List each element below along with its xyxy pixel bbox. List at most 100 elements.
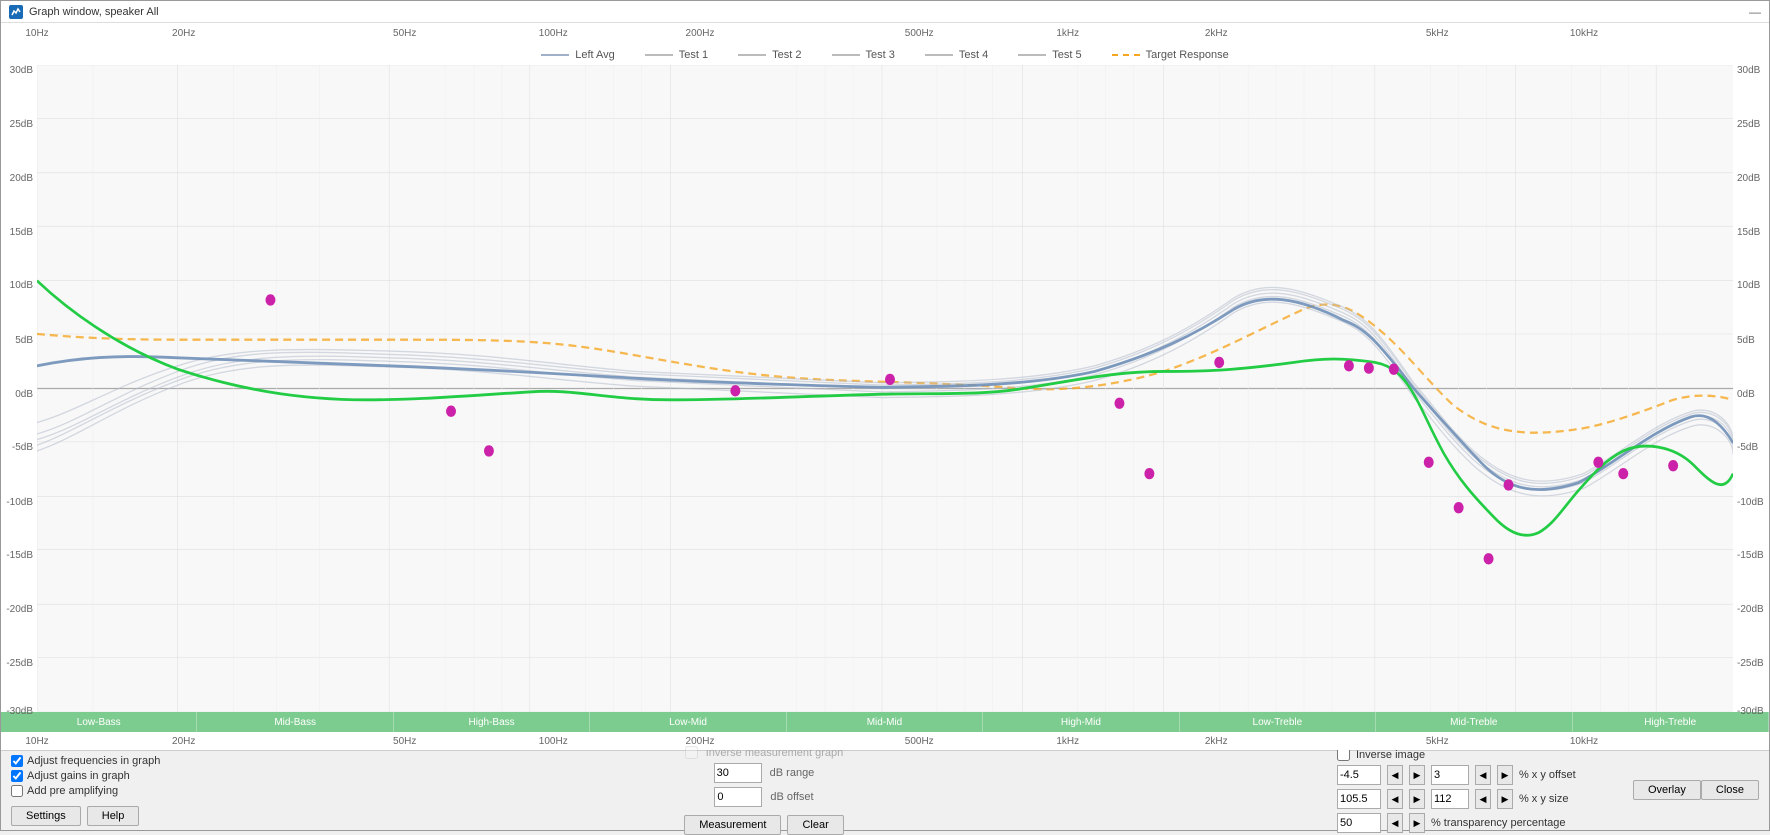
band-mid-bass: Mid-Bass — [197, 712, 393, 732]
y-15db-right: 15dB — [1737, 227, 1760, 238]
xy-size-y-inc[interactable]: ▶ — [1497, 789, 1513, 809]
y-n30db-right: -30dB — [1737, 706, 1764, 717]
x-label-10khz-bot: 10kHz — [1570, 736, 1598, 747]
x-label-20hz-bot: 20Hz — [172, 736, 195, 747]
y-20db-right: 20dB — [1737, 173, 1760, 184]
y-25db-left: 25dB — [10, 119, 33, 130]
y-0db-right: 0dB — [1737, 389, 1755, 400]
band-mid-treble: Mid-Treble — [1376, 712, 1572, 732]
overlay-button[interactable]: Overlay — [1633, 780, 1701, 800]
xy-offset-x-dec[interactable]: ◀ — [1387, 765, 1403, 785]
db-range-input[interactable] — [714, 763, 762, 783]
y-n25db-left: -25dB — [6, 658, 33, 669]
xy-size-y-input[interactable] — [1431, 789, 1469, 809]
y-n15db-left: -15dB — [6, 550, 33, 561]
adjust-frequencies-row: Adjust frequencies in graph — [11, 755, 211, 767]
db-offset-input[interactable] — [714, 787, 762, 807]
band-low-treble: Low-Treble — [1180, 712, 1376, 732]
x-label-10khz-top: 10kHz — [1570, 28, 1598, 39]
xy-size-x-inc[interactable]: ▶ — [1409, 789, 1425, 809]
legend: Left Avg Test 1 Test 2 Test 3 Test 4 Tes… — [1, 43, 1769, 65]
main-window: Graph window, speaker All — 10Hz 20Hz 50… — [0, 0, 1770, 831]
x-label-10hz-bot: 10Hz — [25, 736, 48, 747]
legend-target: Target Response — [1112, 49, 1229, 61]
xy-size-x-dec[interactable]: ◀ — [1387, 789, 1403, 809]
xy-offset-x-inc[interactable]: ▶ — [1409, 765, 1425, 785]
y-n15db-right: -15dB — [1737, 550, 1764, 561]
x-label-500hz-bot: 500Hz — [905, 736, 934, 747]
legend-line-left-avg — [541, 54, 569, 56]
controls-center: Inverse measurement graph dB range dB of… — [211, 746, 1317, 835]
y-0db-left: 0dB — [15, 389, 33, 400]
legend-line-test4 — [925, 54, 953, 56]
inverse-measurement-checkbox — [685, 746, 698, 759]
legend-test5: Test 5 — [1018, 49, 1081, 61]
transparency-dec[interactable]: ◀ — [1387, 813, 1403, 833]
y-n20db-left: -20dB — [6, 604, 33, 615]
legend-label-left-avg: Left Avg — [575, 49, 615, 61]
measurement-button[interactable]: Measurement — [684, 815, 781, 835]
adjust-frequencies-checkbox[interactable] — [11, 755, 23, 767]
window-title: Graph window, speaker All — [29, 6, 159, 18]
x-label-200hz-bot: 200Hz — [686, 736, 715, 747]
controls-bar: Adjust frequencies in graph Adjust gains… — [1, 750, 1769, 830]
x-label-2khz-bot: 2kHz — [1205, 736, 1228, 747]
y-10db-left: 10dB — [10, 280, 33, 291]
add-pre-amplifying-label: Add pre amplifying — [27, 785, 118, 797]
adjust-gains-row: Adjust gains in graph — [11, 770, 211, 782]
y-30db-left: 30dB — [10, 65, 33, 76]
band-high-mid: High-Mid — [983, 712, 1179, 732]
add-pre-amplifying-checkbox[interactable] — [11, 785, 23, 797]
transparency-label: % transparency percentage — [1431, 817, 1566, 829]
chart-inner[interactable] — [37, 65, 1733, 712]
x-label-200hz-top: 200Hz — [686, 28, 715, 39]
transparency-inc[interactable]: ▶ — [1409, 813, 1425, 833]
x-label-50hz-bot: 50Hz — [393, 736, 416, 747]
y-25db-right: 25dB — [1737, 119, 1760, 130]
xy-offset-y-dec[interactable]: ◀ — [1475, 765, 1491, 785]
db-range-label: dB range — [770, 767, 815, 779]
controls-right: Inverse image ◀ ▶ ◀ ▶ % x y offset ◀ ▶ ◀… — [1337, 748, 1617, 833]
legend-line-target — [1112, 54, 1140, 56]
legend-line-test3 — [832, 54, 860, 56]
legend-label-test1: Test 1 — [679, 49, 708, 61]
y-5db-left: 5dB — [15, 335, 33, 346]
x-label-20hz-top: 20Hz — [172, 28, 195, 39]
chart-wrapper: 30dB 25dB 20dB 15dB 10dB 5dB 0dB -5dB -1… — [1, 65, 1769, 712]
xy-size-y-dec[interactable]: ◀ — [1475, 789, 1491, 809]
x-label-2khz-top: 2kHz — [1205, 28, 1228, 39]
clear-button[interactable]: Clear — [787, 815, 843, 835]
y-axis-right: 30dB 25dB 20dB 15dB 10dB 5dB 0dB -5dB -1… — [1733, 65, 1769, 712]
adjust-gains-checkbox[interactable] — [11, 770, 23, 782]
xy-offset-y-inc[interactable]: ▶ — [1497, 765, 1513, 785]
db-offset-row: dB offset — [714, 787, 813, 807]
legend-test3: Test 3 — [832, 49, 895, 61]
band-high-bass: High-Bass — [394, 712, 590, 732]
transparency-input[interactable] — [1337, 813, 1381, 833]
close-button[interactable]: Close — [1701, 780, 1759, 800]
x-label-50hz-top: 50Hz — [393, 28, 416, 39]
xy-size-x-input[interactable] — [1337, 789, 1381, 809]
x-label-5khz-top: 5kHz — [1426, 28, 1449, 39]
minimize-button[interactable]: — — [1749, 5, 1761, 19]
xy-size-row: ◀ ▶ ◀ ▶ % x y size — [1337, 789, 1617, 809]
y-n30db-left: -30dB — [6, 706, 33, 717]
xy-offset-y-input[interactable] — [1431, 765, 1469, 785]
settings-button[interactable]: Settings — [11, 806, 81, 826]
band-mid-mid: Mid-Mid — [787, 712, 983, 732]
controls-left: Adjust frequencies in graph Adjust gains… — [11, 755, 211, 826]
x-label-10hz-top: 10Hz — [25, 28, 48, 39]
help-button[interactable]: Help — [87, 806, 140, 826]
y-15db-left: 15dB — [10, 227, 33, 238]
xy-offset-x-input[interactable] — [1337, 765, 1381, 785]
legend-test1: Test 1 — [645, 49, 708, 61]
title-bar-left: Graph window, speaker All — [9, 5, 159, 19]
overlay-area: Overlay — [1633, 780, 1701, 802]
xy-size-label: % x y size — [1519, 793, 1569, 805]
x-label-5khz-bot: 5kHz — [1426, 736, 1449, 747]
y-n20db-right: -20dB — [1737, 604, 1764, 615]
x-label-100hz-bot: 100Hz — [539, 736, 568, 747]
legend-line-test2 — [738, 54, 766, 56]
left-buttons: Settings Help — [11, 806, 211, 826]
x-axis-bottom: 10Hz 20Hz 50Hz 100Hz 200Hz 500Hz 1kHz 2k… — [1, 732, 1769, 750]
